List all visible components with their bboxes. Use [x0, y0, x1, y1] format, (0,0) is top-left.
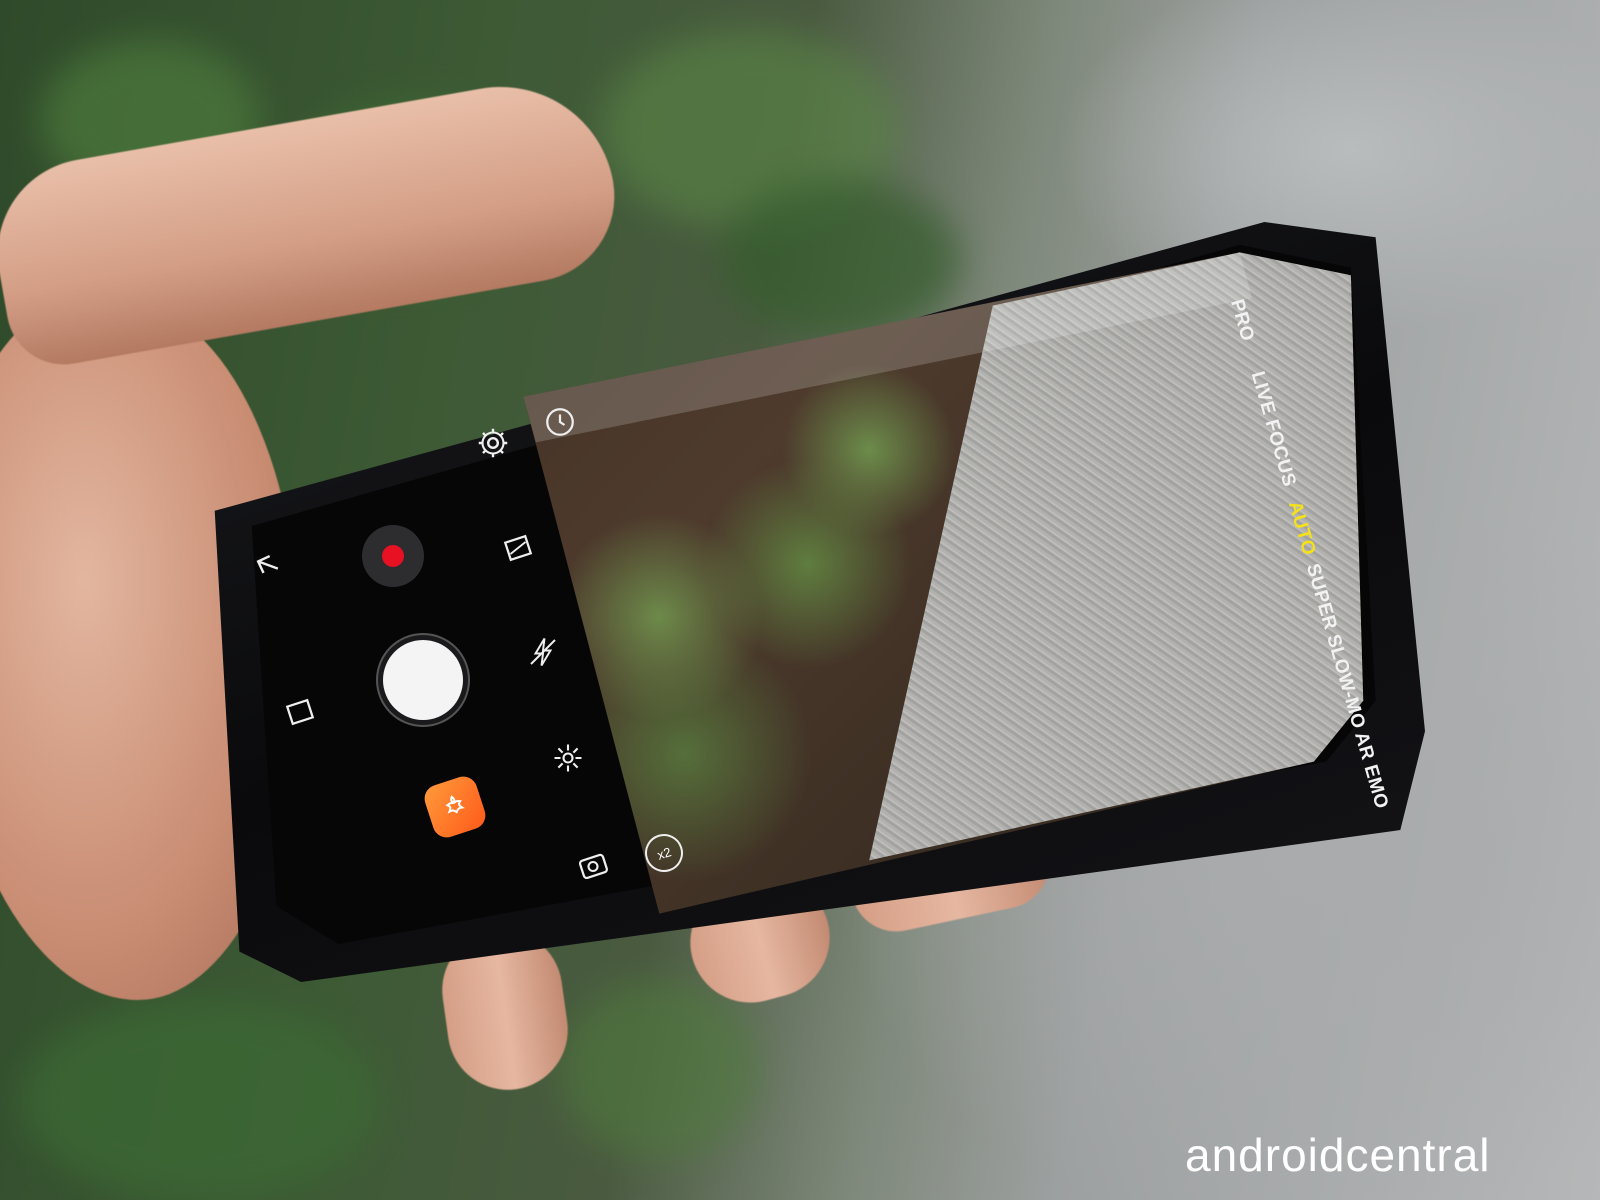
back-arrow-icon[interactable] — [250, 547, 286, 583]
gear-icon[interactable] — [475, 425, 511, 461]
watermark-logo: androidcentral — [1185, 1129, 1491, 1181]
switch-camera-icon[interactable] — [575, 847, 611, 883]
aspect-ratio-icon[interactable] — [500, 530, 536, 566]
record-icon — [382, 545, 404, 567]
flash-off-icon[interactable] — [525, 634, 561, 670]
bixby-vision-icon — [445, 795, 466, 814]
gallery-thumbnail-icon[interactable] — [282, 694, 318, 730]
timer-icon[interactable] — [542, 404, 578, 440]
record-button[interactable] — [362, 525, 424, 587]
sparkle-icon[interactable] — [550, 740, 586, 776]
shutter-button[interactable] — [383, 640, 463, 720]
phone: x2 PRO LIVE FOCUS AUTO SUPER SLOW-MO AR … — [190, 222, 1425, 982]
